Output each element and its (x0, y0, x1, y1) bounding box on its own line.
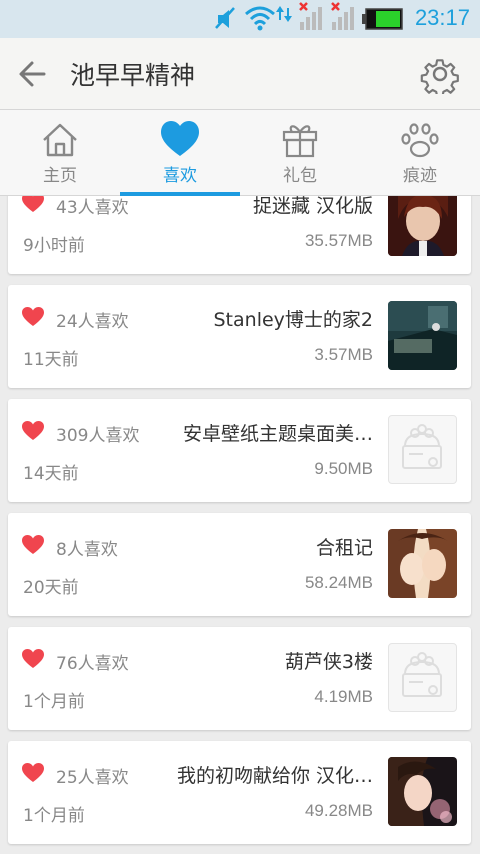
app-thumbnail (388, 529, 457, 598)
battery-icon (362, 8, 403, 30)
file-size: 58.24MB (304, 573, 373, 592)
signal-x-icon (331, 2, 354, 30)
file-size: 35.57MB (304, 231, 373, 250)
list-item[interactable]: 43人喜欢 9小时前 捉迷藏 汉化版 35.57MB (8, 196, 471, 274)
heart-icon (22, 307, 44, 326)
time-ago: 11天前 (23, 350, 79, 370)
list-item[interactable]: 309人喜欢 14天前 安卓壁纸主题桌面美… 9.50MB (8, 399, 471, 502)
liked-apps-list[interactable]: 43人喜欢 9小时前 捉迷藏 汉化版 35.57MB 24人喜欢 11天前 St… (0, 196, 480, 854)
page-title: 池早早精神 (70, 61, 196, 90)
time-ago: 20天前 (23, 578, 79, 598)
gear-icon[interactable] (420, 54, 460, 94)
list-item[interactable]: 76人喜欢 1个月前 葫芦侠3楼 4.19MB (8, 627, 471, 730)
time-ago: 1个月前 (23, 692, 85, 712)
gift-icon (282, 125, 318, 158)
app-name: 葫芦侠3楼 (284, 651, 373, 673)
app-name: 合租记 (315, 537, 373, 559)
tab-label: 痕迹 (403, 166, 437, 186)
heart-icon (22, 421, 44, 440)
tab-gift[interactable]: 礼包 (240, 110, 360, 196)
paw-icon (401, 123, 439, 158)
list-item[interactable]: 25人喜欢 1个月前 我的初吻献给你 汉化… 49.28MB (8, 741, 471, 844)
status-bar: 23:17 (0, 0, 480, 38)
placeholder-thumbnail (388, 415, 457, 484)
like-count: 24人喜欢 (56, 312, 129, 332)
app-name: 安卓壁纸主题桌面美… (182, 423, 373, 445)
file-size: 49.28MB (304, 801, 373, 820)
tab-label: 主页 (43, 166, 77, 186)
time-ago: 9小时前 (23, 236, 85, 256)
app-name: Stanley博士的家2 (213, 309, 374, 331)
heart-icon (22, 649, 44, 668)
app-thumbnail (388, 757, 457, 826)
list-item[interactable]: 8人喜欢 20天前 合租记 58.24MB (8, 513, 471, 616)
home-icon (43, 123, 77, 157)
tab-label: 礼包 (283, 166, 317, 186)
file-size: 4.19MB (314, 687, 373, 706)
tab-traces[interactable]: 痕迹 (360, 110, 480, 196)
mute-icon (215, 7, 235, 29)
like-count: 43人喜欢 (56, 198, 129, 218)
tab-label: 喜欢 (163, 166, 197, 186)
like-count: 309人喜欢 (56, 426, 140, 446)
wifi-icon (245, 6, 292, 31)
file-size: 9.50MB (314, 459, 373, 478)
heart-icon (161, 121, 199, 156)
time-ago: 1个月前 (23, 806, 85, 826)
tab-home[interactable]: 主页 (0, 110, 120, 196)
tab-likes[interactable]: 喜欢 (120, 110, 240, 196)
signal-x-icon (299, 2, 322, 30)
placeholder-thumbnail (388, 643, 457, 712)
app-thumbnail (388, 196, 457, 256)
app-name: 我的初吻献给你 汉化… (176, 765, 373, 787)
clock: 23:17 (414, 5, 470, 30)
file-size: 3.57MB (314, 345, 373, 364)
like-count: 76人喜欢 (56, 654, 129, 674)
title-bar: 池早早精神 (0, 38, 480, 110)
like-count: 25人喜欢 (56, 768, 129, 788)
list-item[interactable]: 24人喜欢 11天前 Stanley博士的家2 3.57MB (8, 285, 471, 388)
app-thumbnail (388, 301, 457, 370)
back-arrow-icon[interactable] (14, 54, 54, 94)
tab-bar: 主页 喜欢 礼包 痕迹 (0, 110, 480, 196)
heart-icon (22, 196, 44, 212)
like-count: 8人喜欢 (56, 540, 118, 560)
heart-icon (22, 763, 44, 782)
heart-icon (22, 535, 44, 554)
time-ago: 14天前 (23, 464, 79, 484)
app-name: 捉迷藏 汉化版 (252, 196, 373, 217)
